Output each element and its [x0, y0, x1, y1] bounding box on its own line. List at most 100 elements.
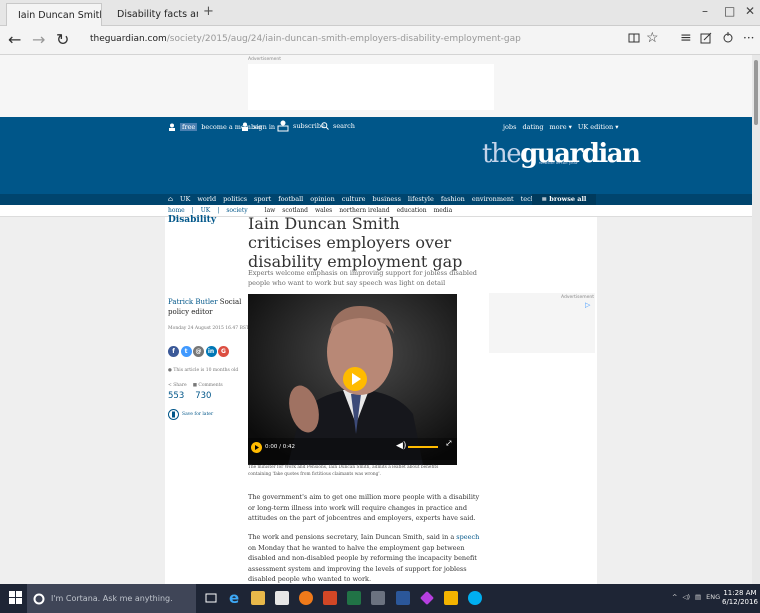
speech-link[interactable]: speech	[456, 533, 479, 541]
page-viewport: Advertisement free become a member sign …	[0, 55, 760, 584]
guardian-logo[interactable]: theguardian	[482, 139, 641, 169]
facebook-icon[interactable]: f	[168, 346, 179, 357]
powerpoint-icon[interactable]	[323, 591, 337, 605]
edge-icon[interactable]: e	[229, 591, 243, 606]
dating-link[interactable]: dating	[522, 123, 543, 131]
nav-sport[interactable]: sport	[254, 195, 271, 203]
nav-business[interactable]: business	[372, 195, 400, 203]
taskbar-clock[interactable]: 11:28 AM 6/12/2016	[722, 589, 758, 607]
comments-label: ■ Comments	[192, 383, 223, 388]
email-icon[interactable]: @	[193, 346, 204, 357]
subnav-law[interactable]: law	[265, 207, 276, 214]
nav-world[interactable]: world	[197, 195, 216, 203]
task-view-icon[interactable]	[204, 591, 218, 605]
nav-culture[interactable]: culture	[342, 195, 366, 203]
twitter-icon[interactable]: t	[180, 346, 192, 357]
new-tab-button[interactable]: +	[203, 4, 214, 19]
sticky-notes-icon[interactable]	[444, 591, 458, 605]
author-link[interactable]: Patrick Butler	[168, 298, 218, 306]
linkedin-icon[interactable]: in	[205, 346, 217, 357]
ad-label: Advertisement	[248, 57, 282, 62]
masthead-right-links: jobs dating more ▾ UK edition ▾	[503, 123, 619, 131]
subnav-northern-ireland[interactable]: northern ireland	[339, 207, 389, 214]
edition-link[interactable]: UK edition ▾	[578, 123, 619, 131]
section-label[interactable]: Disability	[168, 215, 216, 225]
tab-disability-facts[interactable]: Disability facts and figures -	[106, 3, 198, 26]
video-play-small-button[interactable]	[251, 442, 262, 453]
refresh-icon[interactable]: ↻	[56, 30, 69, 49]
play-button[interactable]	[343, 367, 367, 391]
share-comment-counts: 553 730	[168, 391, 211, 401]
volume-icon[interactable]: ◀)	[396, 441, 406, 451]
search-link[interactable]: search	[321, 122, 355, 130]
minimize-button[interactable]: –	[702, 4, 708, 18]
sign-in-link[interactable]: sign in	[241, 122, 275, 131]
subnav-education[interactable]: education	[397, 207, 427, 214]
forward-arrow-icon[interactable]: →	[32, 30, 45, 49]
subnav-scotland[interactable]: scotland	[282, 207, 308, 214]
word-icon[interactable]	[396, 591, 410, 605]
back-arrow-icon[interactable]: ←	[8, 30, 21, 49]
crumb-home[interactable]: home	[168, 207, 185, 214]
tab-label: Iain Duncan Smith critic	[18, 9, 101, 21]
favorite-star-icon[interactable]: ☆	[646, 30, 659, 46]
jobs-link[interactable]: jobs	[503, 123, 516, 131]
nav-opinion[interactable]: opinion	[310, 195, 335, 203]
chevron-up-icon[interactable]: ^	[672, 593, 677, 601]
more-icon[interactable]: ···	[743, 31, 754, 45]
free-badge: free	[180, 123, 198, 131]
googleplus-icon[interactable]: G	[218, 346, 229, 357]
hub-icon[interactable]: ≡	[680, 30, 692, 46]
ad-slot[interactable]	[248, 64, 494, 110]
right-ad-slot[interactable]: Advertisement ▷	[489, 293, 595, 353]
close-window-button[interactable]: ✕	[745, 4, 755, 18]
nav-politics[interactable]: politics	[223, 195, 247, 203]
nav-lifestyle[interactable]: lifestyle	[408, 195, 434, 203]
nav-environment[interactable]: environment	[472, 195, 514, 203]
url-field[interactable]: theguardian.com/society/2015/aug/24/iain…	[90, 34, 521, 44]
scrollbar-thumb[interactable]	[754, 60, 758, 125]
tab-article[interactable]: G Iain Duncan Smith critic ✕	[6, 3, 102, 26]
maximize-button[interactable]: □	[724, 4, 735, 18]
volume-tray-icon[interactable]: ◁)	[682, 593, 690, 601]
reading-view-icon[interactable]	[628, 32, 640, 44]
video-time: 0:00 / 0:42	[265, 444, 296, 450]
nav-football[interactable]: football	[278, 195, 303, 203]
windows-start-icon[interactable]	[9, 591, 22, 604]
cortana-search-box[interactable]: I'm Cortana. Ask me anything.	[27, 584, 196, 613]
browser-tab-bar: G Iain Duncan Smith critic ✕ Disability …	[0, 0, 760, 26]
excel-icon[interactable]	[347, 591, 361, 605]
share-icon[interactable]	[722, 32, 734, 44]
adchoices-icon[interactable]: ▷	[585, 301, 590, 309]
store-icon[interactable]	[275, 591, 289, 605]
fullscreen-icon[interactable]: ⤢	[445, 439, 453, 449]
address-bar: ← → ↻ theguardian.com/society/2015/aug/2…	[0, 26, 760, 55]
volume-slider[interactable]	[408, 446, 438, 448]
byline: Patrick Butler Social policy editor	[168, 297, 246, 317]
file-explorer-icon[interactable]	[251, 591, 265, 605]
subnav-wales[interactable]: wales	[315, 207, 332, 214]
firefox-icon[interactable]	[299, 591, 313, 605]
web-note-icon[interactable]	[700, 32, 712, 44]
nav-uk[interactable]: UK	[180, 195, 190, 203]
keyboard-icon[interactable]: ▤	[695, 593, 701, 601]
crumb-uk[interactable]: UK	[201, 207, 211, 214]
save-for-later-button[interactable]: Save for later	[168, 409, 213, 420]
browse-all-sections-button[interactable]: ≡ browse all sections	[532, 194, 596, 214]
crumb-society[interactable]: society	[226, 207, 247, 214]
left-gutter	[0, 217, 165, 584]
comments-count[interactable]: 730	[195, 391, 211, 401]
article-paragraph-1: The government's aim to get one million …	[248, 493, 480, 522]
home-icon[interactable]: ⌂	[168, 195, 173, 203]
subscribe-link[interactable]: subscribe	[276, 120, 325, 132]
more-link[interactable]: more ▾	[550, 123, 572, 131]
user-icon	[242, 122, 248, 131]
subnav-media[interactable]: media	[434, 207, 453, 214]
skype-icon[interactable]	[468, 591, 482, 605]
nav-fashion[interactable]: fashion	[441, 195, 465, 203]
subscribe-icon	[277, 120, 289, 132]
search-placeholder: I'm Cortana. Ask me anything.	[51, 594, 173, 603]
language-indicator[interactable]: ENG	[706, 593, 720, 601]
page-scrollbar[interactable]	[752, 55, 760, 584]
calculator-icon[interactable]	[371, 591, 385, 605]
